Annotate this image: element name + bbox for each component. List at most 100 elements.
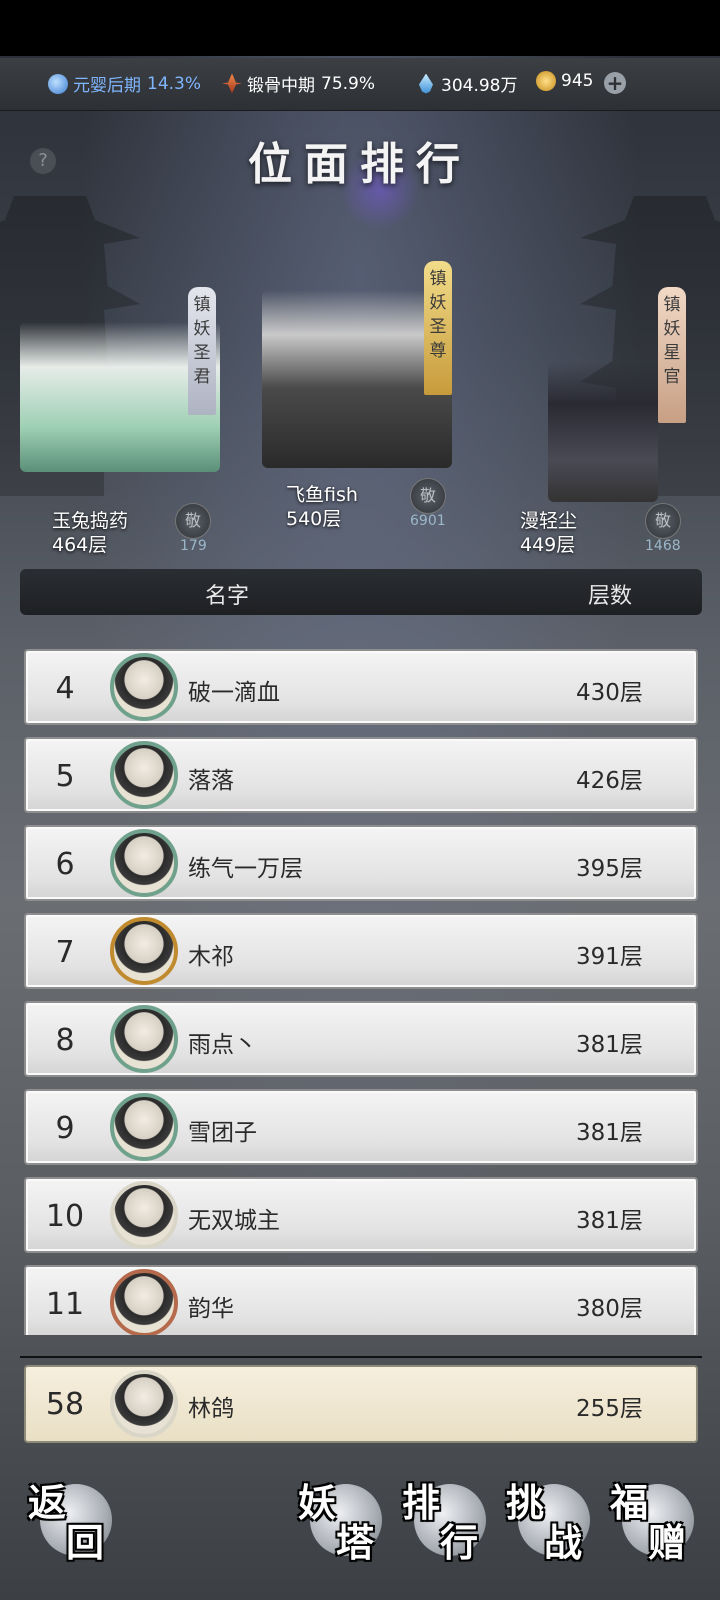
banner-char: 镇 [663,295,681,315]
salute-count-1: 6901 [410,513,446,529]
ranking-row[interactable]: 8 雨点丶 381层 [24,1001,698,1077]
podium-floor-3: 449层 [520,534,576,556]
avatar[interactable] [110,1181,178,1249]
gift-button[interactable]: 福 赠 [608,1472,712,1576]
banner-char: 尊 [429,341,447,361]
tower-button[interactable]: 妖 塔 [296,1472,400,1576]
ranking-tab-button[interactable]: 排 行 [400,1472,504,1576]
coin-icon [536,71,556,91]
row-floor: 395层 [576,856,643,882]
body-stat[interactable]: 锻骨中期 75.9% [222,71,375,96]
gift-char-2: 赠 [648,1520,687,1565]
podium-title-banner-3: 镇 妖 星 官 [658,287,686,423]
salute-button-2[interactable]: 敬 [175,503,211,539]
row-player-name: 韵华 [188,1296,234,1322]
banner-char: 镇 [429,269,447,289]
ranking-row[interactable]: 6 练气一万层 395层 [24,825,698,901]
yinyang-icon [48,73,68,94]
challenge-char-1: 挑 [506,1480,545,1525]
podium-name-3: 漫轻尘 [520,510,578,532]
row-player-name: 雨点丶 [188,1032,257,1058]
podium-title-banner-1: 镇 妖 圣 尊 [424,261,452,395]
water-drop-icon [419,73,433,94]
row-floor: 381层 [576,1208,643,1234]
avatar[interactable] [110,1005,178,1073]
spirit-value: 304.98万 [441,76,518,96]
flame-icon [222,73,242,94]
avatar[interactable] [110,1093,178,1161]
row-player-name: 木祁 [188,944,234,970]
spirit-stat[interactable]: 304.98万 [416,71,517,96]
row-player-name: 雪团子 [188,1120,257,1146]
coin-stat[interactable]: 945 [536,71,593,91]
avatar[interactable] [110,829,178,897]
back-button[interactable]: 返 回 [26,1472,130,1576]
my-rank: 58 [45,1387,85,1422]
ranking-row[interactable]: 9 雪团子 381层 [24,1089,698,1165]
body-label: 锻骨中期 [247,76,315,96]
realm-label: 元婴后期 [73,76,141,96]
realm-percent: 14.3% [147,73,202,94]
row-floor: 380层 [576,1296,643,1322]
ranking-row[interactable]: 5 落落 426层 [24,737,698,813]
banner-char: 妖 [193,319,211,339]
row-rank: 10 [45,1199,85,1234]
banner-char: 圣 [429,317,447,337]
header-floor: 层数 [588,584,633,609]
header-name: 名字 [205,584,250,609]
list-divider [20,1356,702,1358]
ranking-row[interactable]: 11 韵华 380层 [24,1265,698,1335]
resource-bar: 元婴后期 14.3% 锻骨中期 75.9% 304.98万 945 + [0,58,720,111]
banner-char: 妖 [663,319,681,339]
add-currency-button[interactable]: + [604,72,626,94]
podium-title-banner-2: 镇 妖 圣 君 [188,287,216,415]
row-floor: 430层 [576,680,643,706]
avatar[interactable] [110,741,178,809]
salute-count-2: 179 [180,538,207,554]
avatar[interactable] [110,917,178,985]
ranking-list[interactable]: 4 破一滴血 430层 5 落落 426层 6 练气一万层 395层 7 木祁 … [24,649,698,1335]
challenge-char-2: 战 [544,1520,583,1565]
banner-char: 镇 [193,295,211,315]
salute-button-1[interactable]: 敬 [410,478,446,514]
row-rank: 7 [55,935,75,970]
row-player-name: 无双城主 [188,1208,280,1234]
my-floor: 255层 [576,1396,643,1422]
salute-count-3: 1468 [645,538,681,554]
body-percent: 75.9% [321,73,376,94]
row-rank: 8 [55,1023,75,1058]
ranking-row[interactable]: 4 破一滴血 430层 [24,649,698,725]
tower-char-2: 塔 [336,1520,375,1565]
avatar[interactable] [110,1269,178,1335]
podium-floor-2: 464层 [52,534,108,556]
banner-char: 官 [663,367,681,387]
row-rank: 6 [55,847,75,882]
row-player-name: 落落 [188,768,234,794]
ranking-char-1: 排 [402,1480,441,1525]
my-ranking-row[interactable]: 58 林鸽 255层 [24,1365,698,1443]
row-floor: 381层 [576,1120,643,1146]
row-rank: 9 [55,1111,75,1146]
challenge-button[interactable]: 挑 战 [504,1472,608,1576]
row-player-name: 破一滴血 [188,680,280,706]
banner-char: 妖 [429,293,447,313]
my-avatar[interactable] [110,1370,178,1438]
realm-stat[interactable]: 元婴后期 14.3% [48,71,201,96]
banner-char: 圣 [193,343,211,363]
coin-value: 945 [561,71,594,91]
row-floor: 426层 [576,768,643,794]
ranking-char-2: 行 [440,1520,479,1565]
row-floor: 381层 [576,1032,643,1058]
my-player-name: 林鸽 [188,1396,234,1422]
back-char-1: 返 [28,1480,67,1525]
page-title: 位面排行 [248,139,472,190]
back-char-2: 回 [66,1520,105,1565]
row-rank: 4 [55,671,75,706]
banner-char: 星 [663,343,681,363]
salute-button-3[interactable]: 敬 [645,503,681,539]
podium-figure-3[interactable] [548,362,658,502]
ranking-row[interactable]: 10 无双城主 381层 [24,1177,698,1253]
row-rank: 5 [55,759,75,794]
ranking-row[interactable]: 7 木祁 391层 [24,913,698,989]
avatar[interactable] [110,653,178,721]
